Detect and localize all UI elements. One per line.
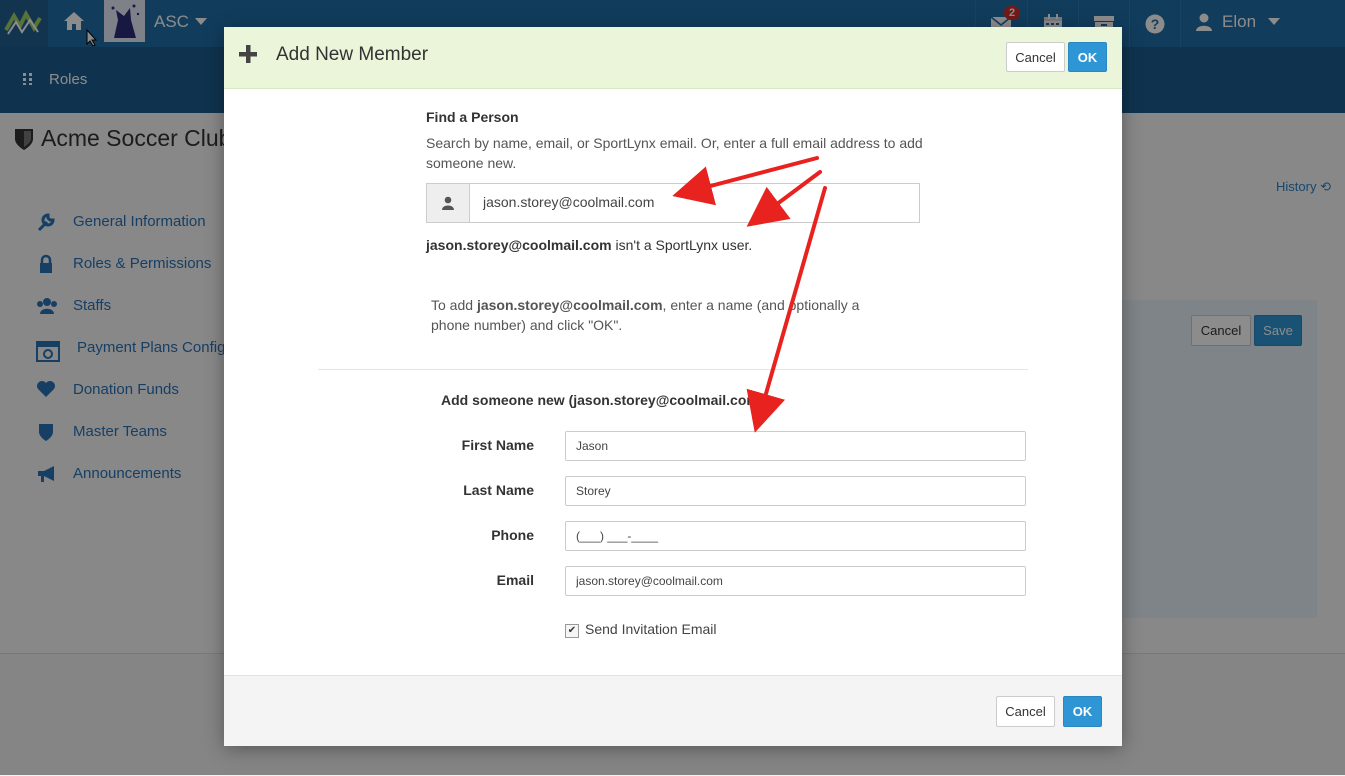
arrow-to-first-name xyxy=(746,186,827,433)
annotation-arrows xyxy=(672,156,827,433)
arrow-to-message xyxy=(746,170,822,227)
